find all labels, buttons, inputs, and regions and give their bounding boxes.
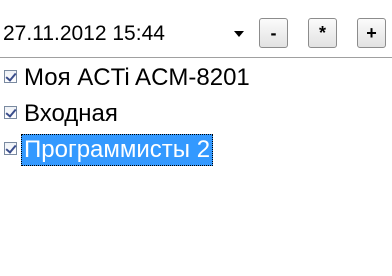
toolbar: 27.11.2012 15:44 - * +	[0, 14, 392, 54]
list-item-label: Входная	[24, 100, 118, 127]
cropped-header	[0, 0, 392, 14]
star-button[interactable]: *	[308, 18, 337, 48]
minus-button[interactable]: -	[259, 18, 288, 48]
camera-panel: 27.11.2012 15:44 - * + Моя ACTi ACM-8201…	[0, 0, 392, 276]
list-item[interactable]: Моя ACTi ACM-8201	[0, 62, 392, 94]
datetime-value: 27.11.2012 15:44	[3, 22, 165, 45]
list-item-label-selected: Программисты 2	[21, 134, 214, 166]
list-item[interactable]: Программисты 2	[0, 134, 392, 166]
checkbox[interactable]	[4, 70, 17, 83]
list-item[interactable]: Входная	[0, 98, 392, 130]
checkbox[interactable]	[4, 106, 17, 119]
list-item-label: Моя ACTi ACM-8201	[24, 64, 250, 91]
checkmark-icon	[5, 70, 17, 82]
chevron-down-icon[interactable]	[234, 31, 244, 37]
checkmark-icon	[5, 106, 17, 118]
plus-button[interactable]: +	[357, 18, 386, 48]
camera-list[interactable]: Моя ACTi ACM-8201 Входная Программисты 2	[0, 57, 392, 276]
checkbox[interactable]	[4, 142, 17, 155]
checkmark-icon	[5, 142, 17, 154]
datetime-dropdown[interactable]: 27.11.2012 15:44	[0, 14, 256, 54]
